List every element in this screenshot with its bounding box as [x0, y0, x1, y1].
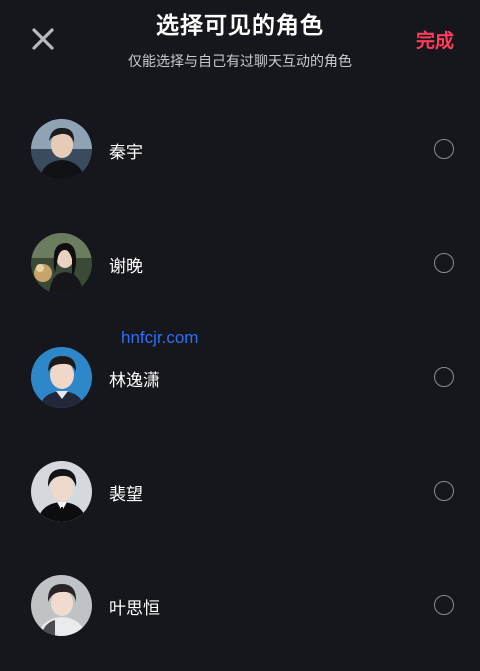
radio-unchecked-icon[interactable] [434, 139, 454, 159]
watermark-text: hnfcjr.com [121, 328, 199, 347]
done-button[interactable]: 完成 [416, 26, 454, 53]
avatar [31, 347, 92, 408]
character-name: 谢晚 [109, 257, 143, 277]
radio-unchecked-icon[interactable] [434, 481, 454, 501]
character-row-4[interactable]: 叶思恒 [0, 548, 480, 662]
character-name: 林逸潇 [109, 371, 160, 391]
character-row-1[interactable]: 谢晚 [0, 206, 480, 320]
page-title: 选择可见的角色 [156, 13, 324, 39]
avatar [31, 233, 92, 294]
avatar [31, 119, 92, 180]
character-row-0[interactable]: 秦宇 [0, 92, 480, 206]
character-row-2[interactable]: 林逸潇 [0, 320, 480, 434]
avatar [31, 461, 92, 522]
page-subtitle: 仅能选择与自己有过聊天互动的角色 [128, 54, 352, 70]
role-visibility-screen: 选择可见的角色 仅能选择与自己有过聊天互动的角色 完成 秦宇 谢晚 林逸潇 裴望… [0, 0, 480, 671]
radio-unchecked-icon[interactable] [434, 367, 454, 387]
character-name: 叶思恒 [109, 599, 160, 619]
character-list: 秦宇 谢晚 林逸潇 裴望 叶思恒 [0, 92, 480, 662]
character-row-3[interactable]: 裴望 [0, 434, 480, 548]
radio-unchecked-icon[interactable] [434, 595, 454, 615]
avatar [31, 575, 92, 636]
character-name: 秦宇 [109, 143, 143, 163]
character-name: 裴望 [109, 485, 143, 505]
radio-unchecked-icon[interactable] [434, 253, 454, 273]
